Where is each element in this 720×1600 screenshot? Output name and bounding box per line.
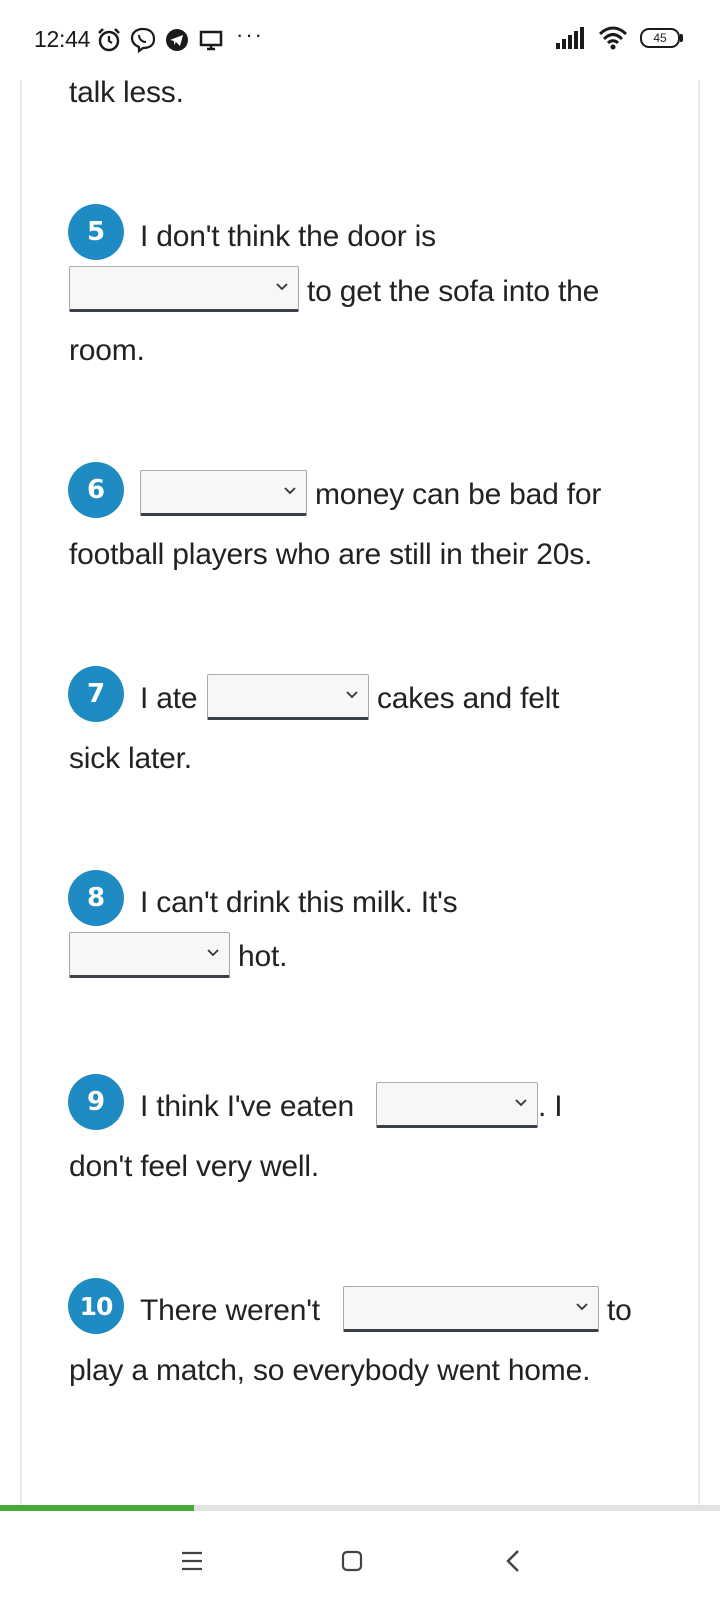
chevron-down-icon <box>207 949 219 957</box>
answer-dropdown[interactable] <box>376 1082 538 1128</box>
status-system-icons: 45 <box>556 26 683 50</box>
telegram-icon <box>166 29 188 51</box>
question-number-badge: 6 <box>68 462 124 518</box>
question-text: to get the sofa into the <box>307 275 600 308</box>
battery-icon: 45 <box>640 28 683 48</box>
status-time: 12:44 <box>34 26 91 52</box>
previous-question-tail: talk less. <box>69 76 184 109</box>
question-text: . I <box>538 1090 563 1123</box>
chevron-down-icon <box>276 283 288 291</box>
question-text: room. <box>69 334 145 367</box>
system-navigation-bar <box>0 1511 720 1600</box>
status-notification-icons <box>96 26 224 54</box>
question-number-badge: 10 <box>68 1278 124 1334</box>
question-text: There weren't <box>140 1294 320 1327</box>
menu-icon <box>182 1551 202 1571</box>
home-button[interactable] <box>332 1541 372 1581</box>
question-text: hot. <box>238 940 288 973</box>
battery-level: 45 <box>653 31 667 45</box>
viber-icon <box>130 27 156 53</box>
question-text: football players who are still in their … <box>69 538 593 571</box>
chevron-down-icon <box>576 1303 588 1311</box>
answer-dropdown[interactable] <box>140 470 307 516</box>
recent-apps-button[interactable] <box>172 1541 212 1581</box>
status-bar: 12:44 ··· 45 <box>0 0 720 80</box>
answer-dropdown[interactable] <box>207 674 369 720</box>
question-text: cakes and felt <box>377 682 560 715</box>
wifi-icon <box>598 26 628 50</box>
question-number-badge: 7 <box>68 666 124 722</box>
question-text: don't feel very well. <box>69 1150 319 1183</box>
back-icon <box>506 1550 519 1572</box>
alarm-icon <box>98 28 120 52</box>
question-text: sick later. <box>69 742 192 775</box>
question-text: to <box>607 1294 632 1327</box>
question-number-badge: 9 <box>68 1074 124 1130</box>
question-number-badge: 5 <box>68 204 124 260</box>
question-number-badge: 8 <box>68 870 124 926</box>
chevron-down-icon <box>284 487 296 495</box>
more-notifications-icon: ··· <box>236 22 264 47</box>
chevron-down-icon <box>515 1099 527 1107</box>
question-text: money can be bad for <box>315 478 602 511</box>
back-button[interactable] <box>493 1541 533 1581</box>
signal-icon <box>556 27 584 49</box>
answer-dropdown[interactable] <box>69 266 299 312</box>
home-icon <box>341 1550 363 1572</box>
chevron-down-icon <box>346 691 358 699</box>
screen-icon <box>199 30 223 51</box>
question-text: I think I've eaten <box>140 1090 354 1123</box>
question-text: play a match, so everybody went home. <box>69 1354 591 1387</box>
question-text: I don't think the door is <box>140 220 436 253</box>
answer-dropdown[interactable] <box>343 1286 599 1332</box>
question-text: I ate <box>140 682 198 715</box>
question-text: I can't drink this milk. It's <box>140 886 458 919</box>
answer-dropdown[interactable] <box>69 932 230 978</box>
